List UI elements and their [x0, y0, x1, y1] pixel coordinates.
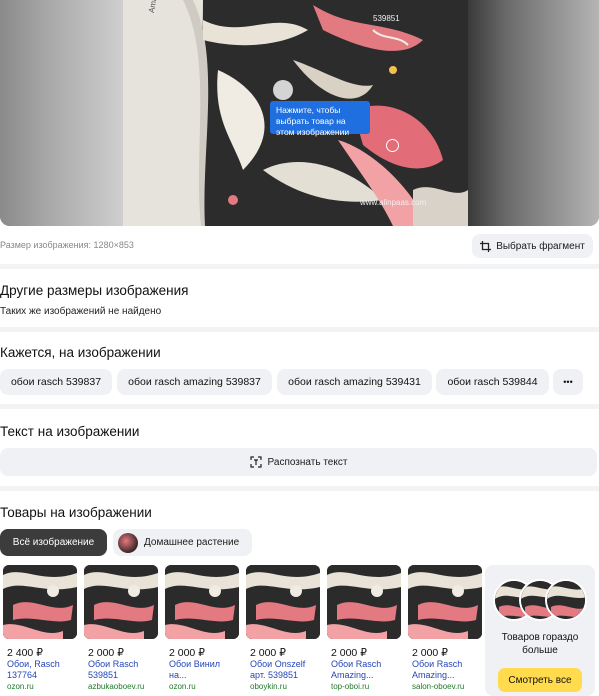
product-image [3, 565, 77, 639]
more-chips-button[interactable]: ••• [553, 369, 583, 395]
select-product-tooltip[interactable]: Нажмите, чтобы выбрать товар на этом изо… [270, 101, 370, 137]
tab-house-plant[interactable]: Домашнее растение [113, 529, 252, 556]
divider [0, 264, 599, 269]
product-site[interactable]: top-oboi.ru [331, 682, 401, 691]
product-price: 2 000 ₽ [331, 647, 367, 659]
query-chip[interactable]: обои rasch amazing 539431 [277, 369, 432, 395]
product-card[interactable]: 2 000 ₽ Обои Rasch Amazing... salon-oboe… [408, 565, 482, 696]
text-on-image-title: Текст на изображении [0, 424, 140, 439]
select-fragment-label: Выбрать фрагмент [496, 240, 585, 252]
product-price: 2 000 ₽ [412, 647, 448, 659]
divider [0, 404, 599, 409]
product-title[interactable]: Обои, Rasch 137764 [7, 659, 77, 681]
product-site[interactable]: ozon.ru [169, 682, 239, 691]
image-viewer[interactable]: 539851 Amazing www.alinpaas.com Нажмите,… [0, 0, 599, 226]
product-card[interactable]: 2 000 ₽ Обои Rasch Amazing... top-oboi.r… [327, 565, 401, 696]
more-product-thumb [545, 579, 587, 621]
more-products-card[interactable]: Товаров гораздо больше Смотреть все [485, 565, 595, 696]
product-card[interactable]: 2 000 ₽ Обои Onszelf арт. 539851 oboykin… [246, 565, 320, 696]
product-title[interactable]: Обои Rasch Amazing... [331, 659, 401, 681]
query-chip[interactable]: обои rasch 539837 [0, 369, 112, 395]
other-sizes-title: Другие размеры изображения [0, 283, 189, 298]
see-all-button[interactable]: Смотреть все [498, 668, 582, 692]
product-price: 2 400 ₽ [7, 647, 43, 659]
roll-code: 539851 [373, 14, 400, 23]
divider [0, 327, 599, 332]
product-price: 2 000 ₽ [250, 647, 286, 659]
image-watermark: www.alinpaas.com [360, 198, 427, 207]
tab-house-plant-label: Домашнее растение [144, 537, 240, 548]
product-price: 2 000 ₽ [88, 647, 124, 659]
product-image [84, 565, 158, 639]
seems-title: Кажется, на изображении [0, 345, 161, 360]
product-card[interactable]: 2 400 ₽ Обои, Rasch 137764 ozon.ru [3, 565, 77, 696]
product-site[interactable]: ozon.ru [7, 682, 77, 691]
recognize-text-button[interactable]: Распознать текст [0, 448, 597, 476]
query-chip[interactable]: обои rasch 539844 [436, 369, 549, 395]
other-sizes-empty: Таких же изображений не найдено [0, 306, 162, 317]
product-title[interactable]: Обои Rasch 539851 [88, 659, 158, 681]
product-title[interactable]: Обои Onszelf арт. 539851 [250, 659, 320, 681]
product-card[interactable]: 2 000 ₽ Обои Винил на... ozon.ru [165, 565, 239, 696]
text-recognition-icon [249, 456, 262, 468]
image-blur-left [0, 0, 124, 226]
product-image [327, 565, 401, 639]
product-card[interactable]: 2 000 ₽ Обои Rasch 539851 azbukaoboev.ru [84, 565, 158, 696]
product-image [165, 565, 239, 639]
plant-thumbnail [118, 532, 138, 553]
select-fragment-button[interactable]: Выбрать фрагмент [472, 234, 593, 258]
product-image [408, 565, 482, 639]
image-blur-right [468, 0, 599, 226]
product-site[interactable]: azbukaoboev.ru [88, 682, 158, 691]
product-title[interactable]: Обои Rasch Amazing... [412, 659, 482, 681]
tab-whole-image[interactable]: Всё изображение [0, 529, 107, 556]
product-price: 2 000 ₽ [169, 647, 205, 659]
product-site[interactable]: salon-oboev.ru [412, 682, 482, 691]
crop-icon [480, 240, 492, 252]
products-title: Товары на изображении [0, 505, 152, 520]
product-title[interactable]: Обои Винил на... [169, 659, 239, 681]
query-chip[interactable]: обои rasch amazing 539837 [117, 369, 272, 395]
product-site[interactable]: oboykin.ru [250, 682, 320, 691]
more-products-text: Товаров гораздо больше [501, 632, 579, 656]
image-size-label: Размер изображения: 1280×853 [0, 240, 134, 250]
product-hotspot[interactable] [386, 139, 399, 152]
recognize-text-label: Распознать текст [267, 456, 348, 468]
product-image [246, 565, 320, 639]
divider [0, 486, 599, 491]
